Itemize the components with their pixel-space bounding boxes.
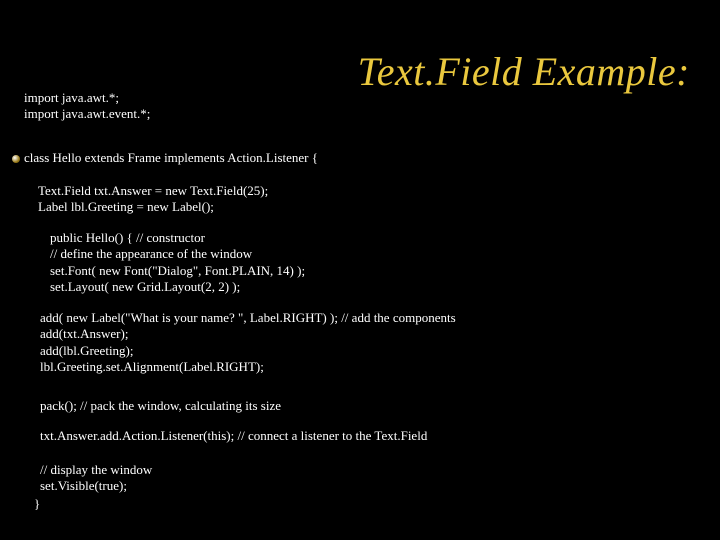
- add-components-block: add( new Label("What is your name? ", La…: [40, 310, 456, 375]
- code-line: // display the window: [40, 462, 152, 478]
- code-line: Label lbl.Greeting = new Label();: [38, 199, 268, 215]
- slide-title: Text.Field Example:: [358, 48, 690, 95]
- imports-block: import java.awt.*; import java.awt.event…: [24, 90, 150, 123]
- listener-line: txt.Answer.add.Action.Listener(this); //…: [40, 428, 427, 444]
- code-line: Text.Field txt.Answer = new Text.Field(2…: [38, 183, 268, 199]
- bullet-icon: [12, 155, 20, 163]
- code-line: add( new Label("What is your name? ", La…: [40, 310, 456, 326]
- code-line: add(lbl.Greeting);: [40, 343, 456, 359]
- code-line: import java.awt.event.*;: [24, 106, 150, 122]
- field-declarations: Text.Field txt.Answer = new Text.Field(2…: [38, 183, 268, 216]
- code-line: set.Layout( new Grid.Layout(2, 2) );: [50, 279, 305, 295]
- code-line: lbl.Greeting.set.Alignment(Label.RIGHT);: [40, 359, 456, 375]
- class-declaration: class Hello extends Frame implements Act…: [24, 150, 318, 166]
- code-line: add(txt.Answer);: [40, 326, 456, 342]
- pack-line: pack(); // pack the window, calculating …: [40, 398, 281, 414]
- code-line: // define the appearance of the window: [50, 246, 305, 262]
- constructor-block: public Hello() { // constructor // defin…: [50, 230, 305, 295]
- code-line: public Hello() { // constructor: [50, 230, 305, 246]
- slide: Text.Field Example: import java.awt.*; i…: [0, 0, 720, 540]
- code-line: import java.awt.*;: [24, 90, 150, 106]
- close-brace: }: [34, 496, 40, 512]
- code-line: set.Font( new Font("Dialog", Font.PLAIN,…: [50, 263, 305, 279]
- code-line: set.Visible(true);: [40, 478, 152, 494]
- display-block: // display the window set.Visible(true);: [40, 462, 152, 495]
